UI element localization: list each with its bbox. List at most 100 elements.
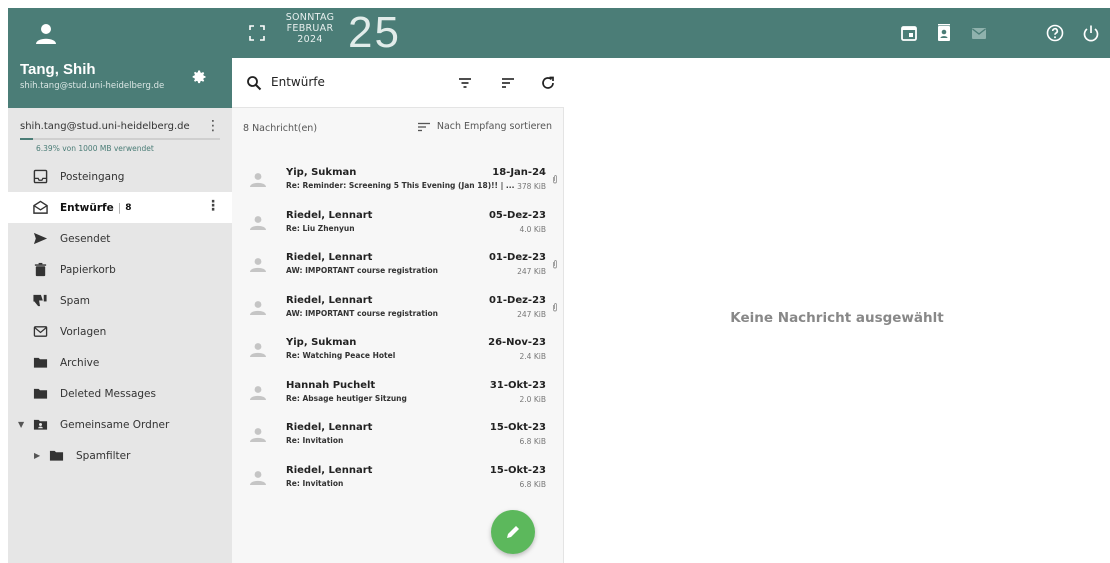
message-row[interactable]: Riedel, Lennart AW: IMPORTANT course reg… xyxy=(232,289,564,332)
folder-menu-icon[interactable]: ⋮ xyxy=(206,198,220,214)
message-subject: AW: IMPORTANT course registration xyxy=(286,308,439,318)
sidebar-item-spam[interactable]: Spam xyxy=(8,285,232,316)
send-icon xyxy=(32,231,48,247)
sort-label: Nach Empfang sortieren xyxy=(436,121,552,132)
sender-avatar-icon xyxy=(250,173,266,187)
fullscreen-icon[interactable] xyxy=(249,25,265,41)
message-size: 4.0 KiB xyxy=(519,224,546,234)
no-message-selected-text: Keine Nachricht ausgewählt xyxy=(730,310,944,326)
attachment-icon xyxy=(553,175,557,184)
folder-label: Archive xyxy=(60,356,100,369)
sender-avatar-icon xyxy=(250,300,266,315)
top-bar: SONNTAG FEBRUAR 2024 25 xyxy=(8,8,1110,58)
folder-label: Deleted Messages xyxy=(60,387,156,400)
sidebar-item-vorlagen[interactable]: Vorlagen xyxy=(8,316,232,347)
mail-app: SONNTAG FEBRUAR 2024 25 Tang, Shih shih.… xyxy=(8,8,1110,563)
message-date: 01-Dez-23 xyxy=(488,252,546,263)
day-number: 25 xyxy=(348,8,401,57)
folder-label: Gesendet xyxy=(60,232,111,245)
collapse-caret-icon[interactable]: ▶ xyxy=(34,451,46,460)
drafts-icon xyxy=(32,200,48,216)
message-row[interactable]: Yip, Sukman Re: Reminder: Screening 5 Th… xyxy=(232,161,564,204)
folder-label: Spam xyxy=(60,294,90,307)
message-row[interactable]: Yip, Sukman Re: Watching Peace Hotel 26-… xyxy=(232,331,564,374)
template-icon xyxy=(32,324,48,340)
message-sender: Yip, Sukman xyxy=(286,337,357,348)
message-sender: Riedel, Lennart xyxy=(286,464,373,476)
message-sender: Riedel, Lennart xyxy=(286,294,373,306)
message-row[interactable]: Riedel, Lennart AW: IMPORTANT course reg… xyxy=(232,246,564,289)
trash-icon xyxy=(32,262,48,278)
sidebar-item-gesendet[interactable]: Gesendet xyxy=(8,223,232,254)
expand-caret-icon[interactable]: ▼ xyxy=(18,420,30,429)
count-separator: | xyxy=(117,201,122,214)
search-bar: Entwürfe xyxy=(232,58,564,108)
refresh-icon[interactable] xyxy=(540,75,556,91)
message-sender: Riedel, Lennart xyxy=(286,422,373,433)
folder-label: Posteingang xyxy=(60,170,125,183)
compose-button[interactable] xyxy=(491,510,535,554)
inbox-icon xyxy=(32,169,48,185)
month-label: FEBRUAR xyxy=(286,23,334,34)
account-address[interactable]: shih.tang@stud.uni-heidelberg.de xyxy=(20,121,190,132)
sidebar-item-spamfilter[interactable]: ▶ Spamfilter xyxy=(8,440,232,471)
power-icon[interactable] xyxy=(1081,23,1101,43)
account-menu-icon[interactable]: ⋮ xyxy=(206,116,220,136)
sidebar-item-entwuerfe[interactable]: Entwürfe | 8 ⋮ xyxy=(8,192,232,223)
pencil-icon xyxy=(507,526,519,538)
message-row[interactable]: Riedel, Lennart Re: Liu Zhenyun 05-Dez-2… xyxy=(232,204,564,247)
message-date: 01-Dez-23 xyxy=(488,294,546,306)
message-date: 15-Okt-23 xyxy=(489,464,546,476)
date-display: SONNTAG FEBRUAR 2024 xyxy=(278,12,342,45)
attachment-icon xyxy=(553,302,557,311)
gear-icon[interactable] xyxy=(191,69,207,85)
search-icon[interactable] xyxy=(246,75,262,91)
message-sender: Riedel, Lennart xyxy=(286,209,373,221)
sender-avatar-icon xyxy=(250,428,266,442)
message-subject: AW: IMPORTANT course registration xyxy=(286,266,439,275)
message-subject: Re: Liu Zhenyun xyxy=(286,223,355,233)
search-input[interactable]: Entwürfe xyxy=(271,75,325,89)
user-avatar-icon[interactable] xyxy=(34,22,58,46)
sort-by-received-button[interactable]: Nach Empfang sortieren xyxy=(417,121,552,132)
sidebar-item-papierkorb[interactable]: Papierkorb xyxy=(8,254,232,285)
attachment-icon xyxy=(553,260,557,269)
folder-icon xyxy=(32,355,48,371)
message-size: 247 KiB xyxy=(517,309,546,319)
year-label: 2024 xyxy=(297,34,323,45)
message-rows: Yip, Sukman Re: Reminder: Screening 5 Th… xyxy=(232,161,564,501)
message-date: 05-Dez-23 xyxy=(488,209,546,221)
message-sender: Riedel, Lennart xyxy=(286,252,373,263)
contacts-icon[interactable] xyxy=(934,23,954,43)
message-row[interactable]: Riedel, Lennart Re: Invitation 15-Okt-23… xyxy=(232,459,564,502)
message-subject: Re: Absage heutiger Sitzung xyxy=(286,393,407,403)
calendar-icon[interactable] xyxy=(899,23,919,43)
message-row[interactable]: Riedel, Lennart Re: Invitation 15-Okt-23… xyxy=(232,416,564,459)
sidebar-item-archive[interactable]: Archive xyxy=(8,347,232,378)
user-profile: Tang, Shih shih.tang@stud.uni-heidelberg… xyxy=(8,58,232,108)
sender-avatar-icon xyxy=(250,343,266,357)
shared-folder-icon xyxy=(32,417,48,433)
sidebar-item-posteingang[interactable]: Posteingang xyxy=(8,161,232,192)
thumbs-down-icon xyxy=(32,293,48,309)
reading-pane: Keine Nachricht ausgewählt xyxy=(564,58,1110,563)
sort-icon[interactable] xyxy=(500,75,516,91)
sidebar-item-deleted-messages[interactable]: Deleted Messages xyxy=(8,378,232,409)
folder-label: Spamfilter xyxy=(76,449,131,462)
storage-usage-text: 6.39% von 1000 MB verwendet xyxy=(36,144,154,153)
message-sender: Hannah Puchelt xyxy=(286,379,376,391)
message-date: 18-Jan-24 xyxy=(492,167,546,178)
message-subject: Re: Invitation xyxy=(286,478,344,488)
weekday-label: SONNTAG xyxy=(285,12,335,23)
message-size: 378 KiB xyxy=(517,182,546,191)
mail-icon[interactable] xyxy=(969,23,989,43)
message-row[interactable]: Hannah Puchelt Re: Absage heutiger Sitzu… xyxy=(232,374,564,417)
sort-icon xyxy=(417,122,430,131)
message-date: 31-Okt-23 xyxy=(489,379,546,391)
sender-avatar-icon xyxy=(250,258,266,272)
sidebar: Tang, Shih shih.tang@stud.uni-heidelberg… xyxy=(8,58,232,563)
filter-icon[interactable] xyxy=(457,75,473,91)
message-subject: Re: Watching Peace Hotel xyxy=(286,351,396,360)
sidebar-item-gemeinsame-ordner[interactable]: ▼ Gemeinsame Ordner xyxy=(8,409,232,440)
help-icon[interactable] xyxy=(1045,23,1065,43)
